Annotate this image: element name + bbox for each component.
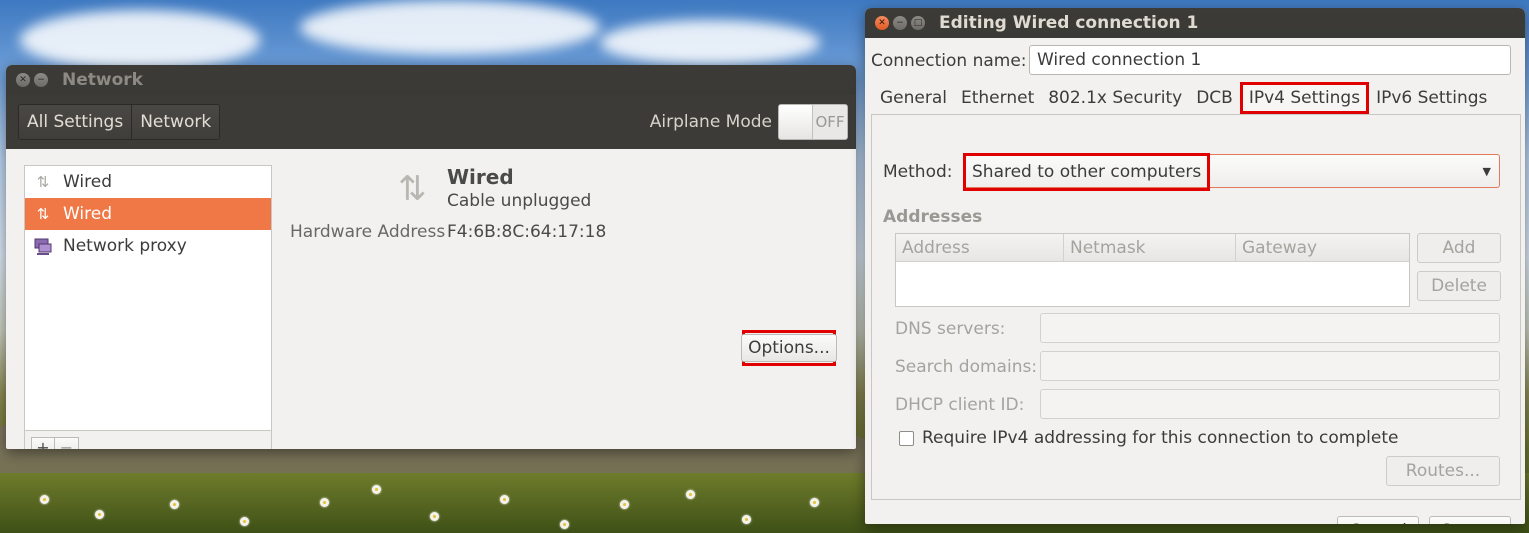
tab-ipv4-settings[interactable]: IPv4 Settings [1239, 82, 1370, 114]
list-item-wired-2[interactable]: ⇅ Wired [25, 198, 271, 230]
toggle-state: OFF [815, 113, 845, 131]
device-list: ⇅ Wired ⇅ Wired Network proxy [24, 165, 272, 431]
tab-ethernet[interactable]: Ethernet [954, 82, 1041, 114]
minimize-window-icon[interactable]: − [34, 73, 48, 87]
hardware-address-value: F4:6B:8C:64:17:18 [447, 222, 607, 242]
dhcp-client-id-input[interactable] [1040, 389, 1500, 419]
minimize-dialog-icon[interactable]: − [893, 16, 907, 30]
addresses-table[interactable]: Address Netmask Gateway [895, 233, 1410, 307]
list-item-label: Wired [63, 204, 113, 224]
column-header-netmask[interactable]: Netmask [1064, 234, 1236, 261]
airplane-mode-label: Airplane Mode [649, 112, 772, 132]
network-wired-icon: ⇅ [398, 169, 427, 209]
breadcrumb-all-settings[interactable]: All Settings [19, 105, 133, 139]
device-name: Wired [447, 165, 514, 189]
network-wired-icon: ⇅ [36, 205, 50, 223]
routes-button[interactable]: Routes... [1386, 456, 1500, 486]
require-ipv4-checkbox[interactable] [899, 430, 914, 446]
window-title: Network [62, 70, 143, 90]
options-button[interactable]: Options... [741, 334, 837, 362]
method-selected-value[interactable]: Shared to other computers [963, 153, 1211, 191]
list-item-wired-1[interactable]: ⇅ Wired [25, 166, 271, 198]
network-titlebar: ✕ − Network [6, 65, 856, 95]
column-header-address[interactable]: Address [896, 234, 1064, 261]
addresses-heading: Addresses [883, 207, 983, 227]
device-list-toolbar: + − [24, 431, 272, 449]
breadcrumb: All Settings Network [18, 104, 221, 140]
delete-address-button[interactable]: Delete [1417, 271, 1501, 301]
ipv4-settings-panel: Method: ▼ Shared to other computers Addr… [871, 114, 1521, 500]
list-item-network-proxy[interactable]: Network proxy [25, 230, 271, 262]
network-settings-window: ✕ − Network All Settings Network Airplan… [6, 65, 856, 449]
network-proxy-icon [33, 236, 53, 256]
connection-name-input[interactable]: Wired connection 1 [1029, 45, 1511, 75]
add-device-button[interactable]: + [31, 436, 55, 449]
list-item-label: Network proxy [63, 236, 187, 256]
require-ipv4-option[interactable]: Require IPv4 addressing for this connect… [899, 428, 1398, 448]
list-item-label: Wired [63, 172, 113, 192]
options-button-highlight: Options... [741, 330, 837, 366]
search-domains-input[interactable] [1040, 351, 1500, 381]
save-button[interactable]: Save... [1429, 516, 1511, 524]
maximize-dialog-icon[interactable]: □ [911, 16, 925, 30]
tab-dcb[interactable]: DCB [1189, 82, 1240, 114]
require-ipv4-label: Require IPv4 addressing for this connect… [922, 428, 1399, 448]
airplane-mode: Airplane Mode OFF [650, 104, 848, 140]
dns-servers-label: DNS servers: [895, 319, 1006, 339]
remove-device-button[interactable]: − [55, 436, 79, 449]
connection-name-label: Connection name: [871, 51, 1027, 71]
close-dialog-icon[interactable]: ✕ [875, 16, 889, 30]
dialog-body: Connection name: Wired connection 1 Gene… [865, 38, 1525, 524]
edit-connection-dialog: ✕ − □ Editing Wired connection 1 Connect… [865, 8, 1525, 524]
tab-general[interactable]: General [873, 82, 954, 114]
tab-ipv6-settings[interactable]: IPv6 Settings [1369, 82, 1494, 114]
network-wired-icon: ⇅ [36, 173, 50, 191]
tab-8021x-security[interactable]: 802.1x Security [1041, 82, 1189, 114]
add-address-button[interactable]: Add [1417, 233, 1501, 263]
dns-servers-input[interactable] [1040, 313, 1500, 343]
breadcrumb-network[interactable]: Network [132, 105, 220, 139]
cancel-button[interactable]: Cancel [1337, 516, 1419, 524]
network-body: ⇅ Wired ⇅ Wired Network proxy + − ⇅ Wire… [6, 149, 856, 449]
addresses-table-header: Address Netmask Gateway [896, 234, 1409, 262]
method-label: Method: [883, 162, 953, 182]
column-header-gateway[interactable]: Gateway [1236, 234, 1409, 261]
airplane-mode-toggle[interactable]: OFF [778, 104, 848, 140]
dialog-title: Editing Wired connection 1 [939, 13, 1199, 33]
tab-bar: General Ethernet 802.1x Security DCB IPv… [873, 82, 1494, 114]
toggle-knob[interactable] [779, 105, 813, 139]
chevron-down-icon[interactable]: ▼ [1483, 165, 1491, 178]
dialog-titlebar: ✕ − □ Editing Wired connection 1 [865, 8, 1525, 38]
search-domains-label: Search domains: [895, 357, 1038, 377]
network-toolbar: All Settings Network Airplane Mode OFF [6, 95, 856, 149]
close-window-icon[interactable]: ✕ [16, 73, 30, 87]
hardware-address-label: Hardware Address [290, 222, 446, 242]
dhcp-client-id-label: DHCP client ID: [895, 395, 1025, 415]
device-status: Cable unplugged [447, 191, 592, 211]
